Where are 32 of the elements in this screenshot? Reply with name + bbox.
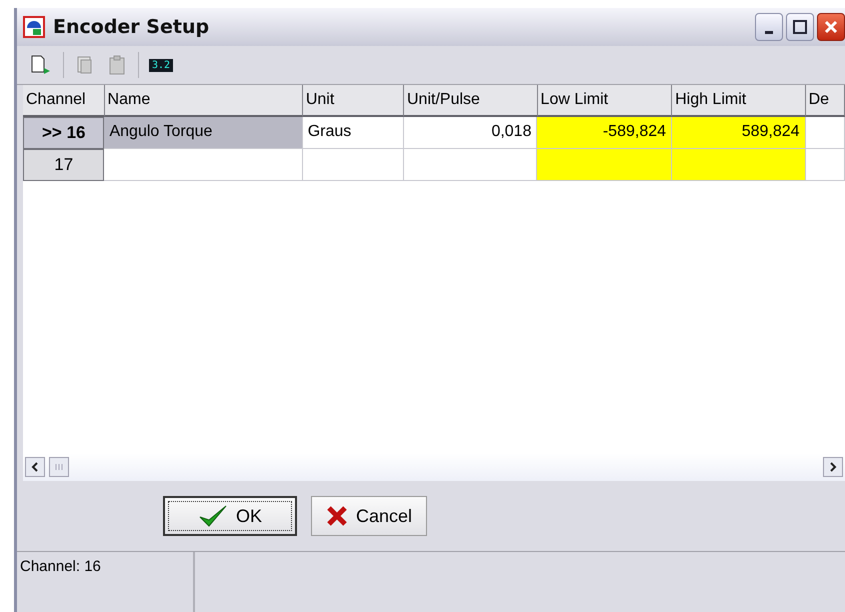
row-header[interactable]: 17 [23, 149, 104, 181]
display-readout[interactable]: 3.2 [149, 58, 174, 72]
column-header[interactable]: Unit/Pulse [404, 85, 538, 117]
maximize-icon [793, 20, 807, 34]
table-cell: Graus [302, 117, 404, 149]
column-header[interactable]: Unit [302, 85, 404, 117]
scroll-thumb[interactable] [49, 457, 69, 477]
close-icon [824, 20, 838, 34]
minimize-icon [765, 30, 773, 34]
row-header[interactable]: >> 16 [23, 117, 104, 149]
table-cell: 589,824 [672, 117, 806, 149]
table-cell: -589,824 [537, 117, 672, 149]
caret-left-icon [31, 462, 39, 472]
caret-right-icon [829, 462, 837, 472]
column-header[interactable]: Channel [23, 85, 105, 117]
maximize-button[interactable] [786, 13, 814, 41]
scroll-right-button[interactable] [823, 457, 843, 477]
column-header[interactable]: Name [104, 85, 303, 117]
close-button[interactable] [817, 13, 845, 41]
table-cell: Angulo Torque [104, 117, 303, 149]
minimize-button[interactable] [755, 13, 783, 41]
column-header[interactable]: High Limit [672, 85, 806, 117]
app-icon [23, 16, 45, 38]
window-title: Encoder Setup [53, 16, 210, 38]
column-header[interactable]: Low Limit [538, 85, 672, 117]
checkmark-icon [198, 504, 228, 528]
status-text: Channel: 16 [17, 552, 195, 612]
ok-button[interactable]: OK [163, 496, 297, 536]
scroll-left-button[interactable] [25, 457, 45, 477]
cross-icon [326, 505, 348, 527]
cancel-button[interactable]: Cancel [311, 496, 428, 536]
column-header[interactable]: De [806, 85, 845, 117]
